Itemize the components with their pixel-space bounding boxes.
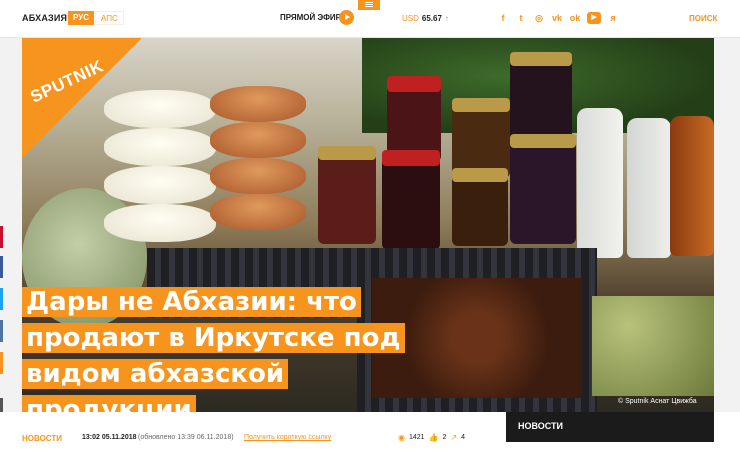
social-links: f t ◎ vk ok ▶ я — [497, 12, 619, 24]
share-twitter-button[interactable] — [0, 288, 3, 310]
vk-icon[interactable]: vk — [551, 12, 563, 24]
top-bar: АБХАЗИЯ РУС АПС ПРЯМОЙ ЭФИР USD 65.67 ↑ f … — [0, 0, 740, 38]
thumbs-up-icon[interactable]: 👍 — [429, 433, 439, 442]
lang-aps-button[interactable]: АПС — [95, 11, 124, 25]
share-icon[interactable]: ↗ — [450, 433, 457, 442]
jar-image — [318, 146, 376, 244]
updated-date: (обновлено 13:39 06.11.2018) — [138, 434, 234, 441]
category-link[interactable]: НОВОСТИ — [22, 434, 62, 443]
publish-date: 13:02 05.11.2018 — [82, 434, 137, 441]
youtube-icon[interactable]: ▶ — [587, 12, 601, 24]
news-sidebar-title[interactable]: НОВОСТИ — [518, 421, 563, 431]
bottle-image — [577, 108, 623, 258]
smoked-cheese-image — [210, 194, 306, 230]
shares-count: 4 — [461, 434, 466, 441]
jar-image — [452, 168, 508, 246]
twitter-icon[interactable]: t — [515, 12, 527, 24]
live-broadcast-link[interactable]: ПРЯМОЙ ЭФИР — [280, 13, 341, 22]
region-title[interactable]: АБХАЗИЯ — [22, 13, 67, 23]
smoked-cheese-image — [210, 158, 306, 194]
arrow-up-icon: ↑ — [444, 14, 449, 23]
currency-rate: USD 65.67 ↑ — [402, 14, 449, 23]
views-count: 1421 — [408, 434, 425, 441]
bottle-image — [670, 116, 714, 256]
cheese-image — [104, 166, 216, 204]
jar-image — [452, 98, 510, 178]
cheese-image — [104, 204, 216, 242]
news-sidebar-header: НОВОСТИ — [506, 412, 714, 442]
ok-icon[interactable]: ok — [569, 12, 581, 24]
grapes-image — [592, 296, 714, 396]
share-vk-button[interactable] — [0, 320, 3, 342]
yandex-icon[interactable]: я — [607, 12, 619, 24]
menu-icon[interactable] — [358, 0, 380, 10]
eye-icon: ◉ — [398, 433, 405, 442]
article-stats: ◉ 1421 👍 2 ↗ 4 — [398, 433, 465, 442]
search-button[interactable]: ПОИСК — [689, 14, 717, 23]
share-button[interactable] — [0, 226, 3, 248]
smoked-cheese-image — [210, 86, 306, 122]
article-headline: Дары не Абхазии: что продают в Иркутске … — [22, 286, 405, 430]
likes-count: 2 — [442, 434, 447, 441]
news-sidebar-body — [506, 442, 714, 452]
currency-value: 65.67 — [421, 14, 442, 23]
short-link[interactable]: Получить короткую ссылку — [244, 434, 331, 441]
headline-line: Дары не Абхазии: что — [22, 287, 361, 317]
headline-line: продают в Иркутске под — [22, 323, 405, 353]
currency-label: USD — [402, 14, 419, 23]
play-icon[interactable] — [339, 10, 354, 25]
instagram-icon[interactable]: ◎ — [533, 12, 545, 24]
headline-line: видом абхазской — [22, 359, 289, 389]
facebook-icon[interactable]: f — [497, 12, 509, 24]
bottle-image — [627, 118, 671, 258]
jar-image — [510, 134, 576, 244]
share-ok-button[interactable] — [0, 352, 3, 374]
lang-ru-button[interactable]: РУС — [68, 11, 94, 25]
share-facebook-button[interactable] — [0, 256, 3, 278]
photo-credit: © Sputnik Аснат Цвижба — [618, 398, 697, 405]
smoked-cheese-image — [210, 122, 306, 158]
jar-image — [382, 150, 440, 250]
